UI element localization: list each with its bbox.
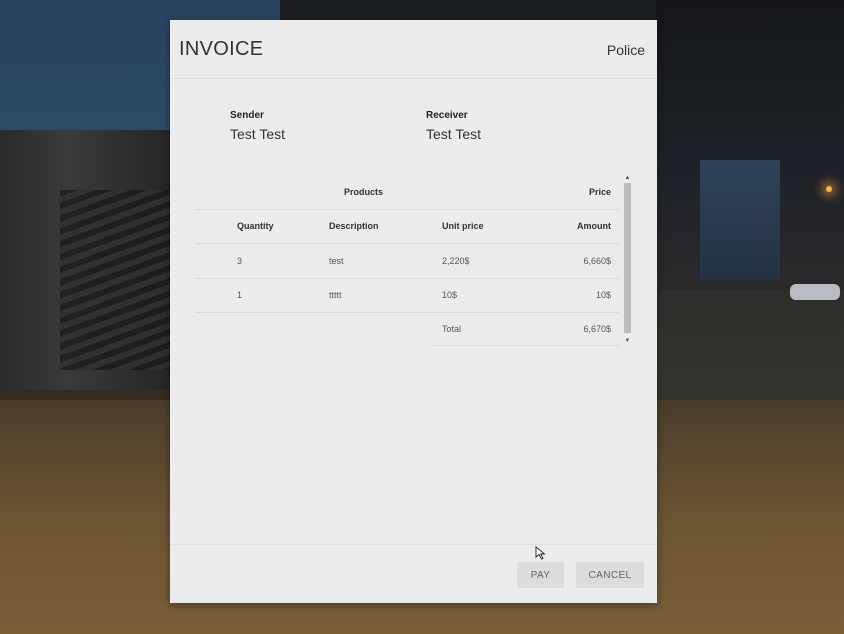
dialog-title: INVOICE (179, 38, 264, 60)
background-tower (700, 160, 780, 280)
background-streetlight (826, 186, 832, 192)
sender-label: Sender (230, 110, 264, 121)
dialog-footer: PAY CANCEL (170, 544, 657, 604)
row-quantity: 3 (237, 256, 243, 266)
table-section-header: Products Price (195, 175, 619, 210)
table-row: 1 ttttt 10$ 10$ (195, 278, 619, 313)
total-row: Total 6,670$ (432, 312, 619, 346)
row-description: test (329, 256, 344, 266)
row-quantity: 1 (237, 290, 243, 300)
receiver-label: Receiver (426, 110, 468, 121)
row-unit-price: 2,220$ (442, 256, 470, 266)
pay-button[interactable]: PAY (517, 562, 564, 588)
total-label: Total (442, 323, 462, 334)
column-unit-price: Unit price (442, 221, 484, 231)
column-description: Description (329, 221, 379, 231)
total-value: 6,670$ (583, 323, 611, 334)
products-header: Products (344, 187, 384, 197)
scrollbar-thumb[interactable] (624, 183, 631, 333)
sender-block: Sender Test Test (230, 110, 285, 142)
table-row: 3 test 2,220$ 6,660$ (195, 244, 619, 279)
organization-name: Police (606, 42, 645, 58)
mouse-pointer-icon (535, 546, 546, 560)
background-stairs (60, 190, 170, 370)
column-amount: Amount (577, 221, 611, 231)
dialog-header: INVOICE Police (170, 20, 657, 79)
row-amount: 6,660$ (583, 256, 611, 266)
triangle-up-icon[interactable]: ▲ (624, 175, 631, 182)
row-description: ttttt (329, 290, 342, 300)
sender-name: Test Test (230, 126, 285, 142)
background-car (790, 284, 840, 300)
cancel-button[interactable]: CANCEL (576, 562, 644, 588)
table-column-header: Quantity Description Unit price Amount (195, 209, 619, 244)
row-amount: 10$ (595, 290, 611, 300)
receiver-block: Receiver Test Test (426, 110, 481, 142)
table-scrollbar[interactable]: ▲ ▼ (623, 175, 632, 345)
invoice-dialog: INVOICE Police Sender Test Test Receiver… (170, 20, 657, 603)
price-header: Price (588, 187, 611, 197)
column-quantity: Quantity (237, 221, 274, 231)
invoice-table[interactable]: Products Price Quantity Description Unit… (195, 175, 632, 346)
receiver-name: Test Test (426, 126, 481, 142)
row-unit-price: 10$ (442, 290, 458, 300)
triangle-down-icon[interactable]: ▼ (624, 338, 631, 345)
